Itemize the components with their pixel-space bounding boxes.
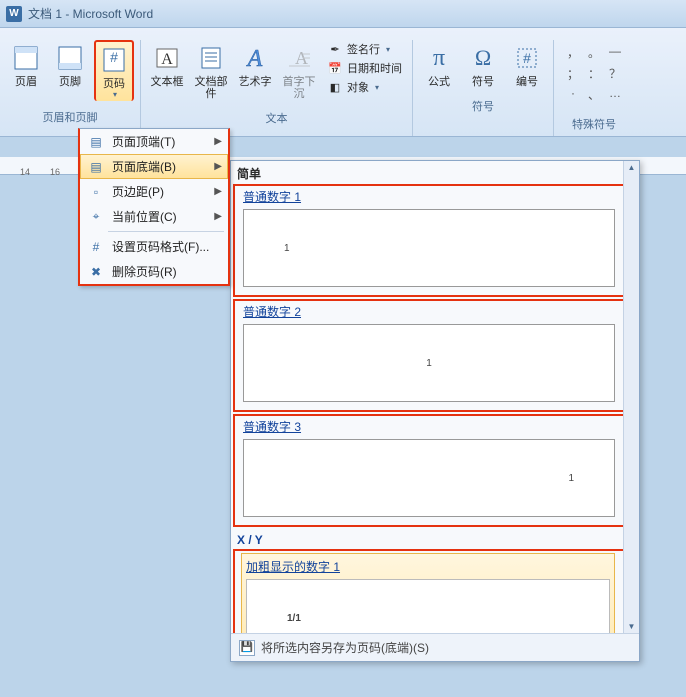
symbol-cell[interactable]: ？ (606, 65, 624, 83)
gallery-scrollbar[interactable]: ▲ ▼ (623, 161, 639, 633)
header-icon (10, 42, 42, 74)
dropcap-button[interactable]: A 首字下沉 (279, 40, 319, 102)
sample-text: 1 (426, 358, 432, 369)
calendar-icon: 📅 (327, 60, 343, 76)
object-icon: ◧ (327, 79, 343, 95)
textbox-button[interactable]: A 文本框 (147, 40, 187, 90)
sample-text: 1 (284, 243, 290, 254)
menu-current-position[interactable]: ⌖ 当前位置(C) ▶ (80, 204, 228, 229)
scroll-up-icon[interactable]: ▲ (628, 161, 636, 174)
sample-text: 1 (568, 473, 574, 484)
menu-remove-page-numbers[interactable]: ✖ 删除页码(R) (80, 259, 228, 284)
dropcap-icon: A (283, 42, 315, 74)
chevron-right-icon: ▶ (214, 186, 222, 197)
sample-text: 1/1 (287, 613, 301, 624)
chevron-down-icon: ▾ (113, 90, 117, 99)
remove-icon: ✖ (86, 264, 106, 280)
chevron-down-icon: ▾ (375, 83, 379, 92)
chevron-down-icon: ▾ (386, 45, 390, 54)
page-number-menu: ▤ 页面顶端(T) ▶ ▤ 页面底端(B) ▶ ▫ 页边距(P) ▶ ⌖ 当前位… (78, 128, 230, 286)
symbol-cell[interactable]: ； (564, 65, 582, 83)
group-header-footer: 页眉 页脚 # 页码 ▾ 页眉和页脚 (0, 40, 141, 136)
symbol-cell[interactable]: ： (585, 65, 603, 83)
number-icon: # (511, 42, 543, 74)
wordart-button[interactable]: A 艺术字 (235, 40, 275, 90)
gallery-item-bold1-title: 加粗显示的数字 1 (244, 556, 612, 577)
footer-icon (54, 42, 86, 74)
group-label-symbols: 符号 (419, 94, 547, 116)
symbol-cell[interactable]: … (606, 86, 624, 104)
symbol-cell[interactable]: — (606, 44, 624, 62)
page-top-icon: ▤ (86, 134, 106, 150)
gallery-item-bold1[interactable]: 加粗显示的数字 1 1/1 (241, 553, 615, 633)
menu-top-of-page[interactable]: ▤ 页面顶端(T) ▶ (80, 129, 228, 154)
equation-button[interactable]: π 公式 (419, 40, 459, 90)
symbol-button[interactable]: Ω 符号 (463, 40, 503, 90)
chevron-right-icon: ▶ (214, 161, 222, 172)
chevron-right-icon: ▶ (214, 211, 222, 222)
group-label-headerfooter: 页眉和页脚 (6, 105, 134, 127)
page-number-button[interactable]: # 页码 ▾ (94, 40, 134, 101)
scroll-down-icon[interactable]: ▼ (628, 620, 636, 633)
svg-text:A: A (246, 46, 263, 72)
word-icon: W (6, 6, 22, 22)
symbol-cell[interactable]: · (564, 86, 582, 104)
header-button[interactable]: 页眉 (6, 40, 46, 90)
omega-icon: Ω (467, 42, 499, 74)
gallery-item-plain1[interactable]: 1 (243, 209, 615, 287)
window-title: 文档 1 - Microsoft Word (28, 5, 153, 22)
gallery-save-selection[interactable]: 💾 将所选内容另存为页码(底端)(S) (231, 633, 639, 661)
group-symbols: π 公式 Ω 符号 # 编号 符号 (413, 40, 554, 136)
footer-button[interactable]: 页脚 (50, 40, 90, 90)
pi-icon: π (423, 42, 455, 74)
symbol-cell[interactable]: 。 (585, 44, 603, 62)
group-special: ， 。 — ； ： ？ · 、 … 特殊符号 (554, 40, 634, 136)
svg-text:#: # (110, 49, 118, 65)
menu-page-margins[interactable]: ▫ 页边距(P) ▶ (80, 179, 228, 204)
gallery-item-plain2[interactable]: 1 (243, 324, 615, 402)
ruler-tick: 16 (50, 167, 60, 177)
group-label-text: 文本 (147, 106, 406, 128)
menu-separator (108, 231, 224, 232)
gallery-category-simple: 简单 (231, 161, 639, 184)
current-pos-icon: ⌖ (86, 209, 106, 225)
symbol-cell[interactable]: ， (564, 44, 582, 62)
gallery-item-plain3[interactable]: 1 (243, 439, 615, 517)
page-number-gallery: 简单 普通数字 1 1 普通数字 2 1 普通数字 3 1 X / Y 加粗显示… (230, 160, 640, 662)
gallery-item-plain1-title: 普通数字 1 (235, 186, 635, 207)
page-bottom-icon: ▤ (86, 159, 106, 175)
gallery-category-xy: X / Y (231, 529, 639, 549)
symbol-cell[interactable]: 、 (585, 86, 603, 104)
docparts-icon (195, 42, 227, 74)
chevron-right-icon: ▶ (214, 136, 222, 147)
page-margins-icon: ▫ (86, 184, 106, 200)
gallery-item-plain2-title: 普通数字 2 (235, 301, 635, 322)
signature-icon: ✒ (327, 41, 343, 57)
page-number-icon: # (98, 44, 130, 76)
format-icon: # (86, 239, 106, 255)
number-button[interactable]: # 编号 (507, 40, 547, 90)
title-bar: W 文档 1 - Microsoft Word (0, 0, 686, 28)
group-text: A 文本框 文档部件 A 艺术字 (141, 40, 413, 136)
datetime-button[interactable]: 📅 日期和时间 (323, 59, 406, 77)
signature-button[interactable]: ✒ 签名行 ▾ (323, 40, 406, 58)
group-label-special: 特殊符号 (560, 112, 628, 134)
svg-text:A: A (161, 51, 173, 68)
save-icon: 💾 (239, 640, 255, 656)
docparts-button[interactable]: 文档部件 (191, 40, 231, 102)
object-button[interactable]: ◧ 对象 ▾ (323, 78, 406, 96)
ribbon: 页眉 页脚 # 页码 ▾ 页眉和页脚 (0, 28, 686, 137)
wordart-icon: A (239, 42, 271, 74)
svg-text:#: # (523, 50, 531, 66)
menu-format-page-numbers[interactable]: # 设置页码格式(F)... (80, 234, 228, 259)
gallery-item-plain3-title: 普通数字 3 (235, 416, 635, 437)
menu-bottom-of-page[interactable]: ▤ 页面底端(B) ▶ (80, 154, 228, 179)
textbox-icon: A (151, 42, 183, 74)
ruler-tick: 14 (20, 167, 30, 177)
